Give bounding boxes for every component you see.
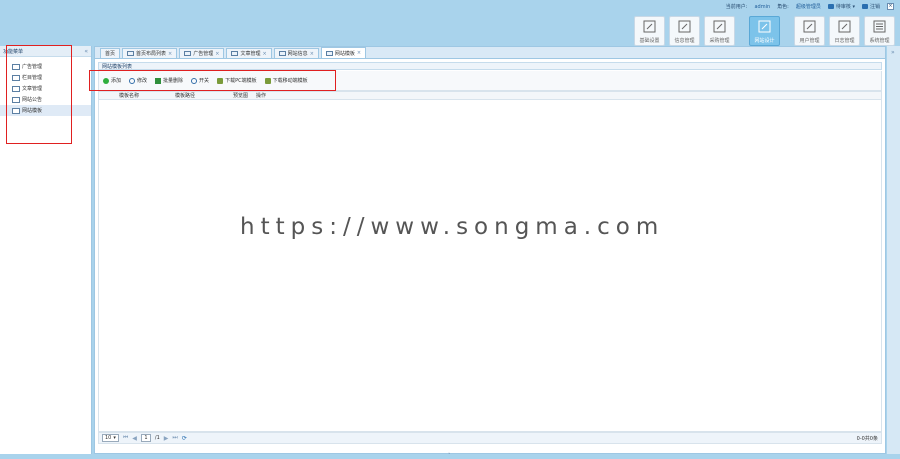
module-label: 系统管理 — [869, 38, 890, 44]
tab-icon — [231, 51, 239, 56]
module-button-2[interactable]: 信息管理 — [669, 16, 700, 46]
main-panel: 首页 首页布局列表 × 广告管理 × 文章管理 × 网站信息 × 网站模板 × 网站模板列表 添加修… — [94, 46, 886, 454]
edit-icon — [643, 20, 656, 35]
module-button-6[interactable]: 日志管理 — [829, 16, 860, 46]
top-header: 当前用户: admin 角色: 超级管理员 待审核 ▾ 注销 × 基础设置 信息管… — [0, 0, 900, 46]
prev-page-icon[interactable]: ◀ — [132, 435, 137, 442]
module-button-5[interactable]: 用户管理 — [794, 16, 825, 46]
grid-body — [98, 100, 882, 432]
tab-2[interactable]: 首页布局列表 × — [122, 48, 178, 58]
column-header-preview[interactable]: 预览图 — [233, 92, 248, 99]
role-name: 超级管理员 — [795, 4, 821, 10]
logout-link[interactable]: 注销 — [861, 3, 880, 10]
total-pages: /1 — [154, 435, 160, 441]
tab-icon — [127, 51, 135, 56]
tab-close-icon[interactable]: × — [262, 51, 266, 57]
tab-close-icon[interactable]: × — [310, 51, 314, 57]
tab-3[interactable]: 广告管理 × — [179, 48, 225, 58]
first-page-icon[interactable]: ⏮ — [123, 434, 128, 442]
user-info-bar: 当前用户: admin 角色: 超级管理员 待审核 ▾ 注销 × — [726, 2, 894, 11]
close-button[interactable]: × — [887, 3, 894, 10]
tab-label: 首页布局列表 — [136, 51, 167, 57]
bottom-collapse-strip[interactable]: ˅ — [0, 453, 900, 459]
refresh-icon[interactable]: ⟳ — [182, 435, 187, 442]
grid-header: 模板名称 模板路径 预览图 操作 — [98, 91, 882, 100]
pagination-bar: 10 ▾ ⏮ ◀ 1 /1 ▶ ⏭ ⟳ 0-0共0条 — [98, 432, 882, 444]
page-size-select[interactable]: 10 ▾ — [102, 434, 119, 442]
annotation-box-sidebar — [6, 45, 72, 144]
annotation-box-toolbar — [89, 70, 336, 91]
role-label: 角色: — [777, 4, 789, 10]
page-number-input[interactable]: 1 — [140, 434, 151, 442]
collapse-icon[interactable]: « — [84, 48, 88, 55]
watermark: https://www.songma.com — [240, 214, 665, 240]
user-name: admin — [754, 3, 771, 10]
exit-icon — [861, 4, 868, 9]
module-label: 日志管理 — [834, 38, 855, 44]
module-button-3[interactable]: 采购管理 — [704, 16, 735, 46]
panel-title: 网站模板列表 — [98, 62, 882, 70]
tab-5[interactable]: 网站信息 × — [273, 48, 319, 58]
module-label: 信息管理 — [674, 38, 695, 44]
tab-icon — [325, 50, 333, 56]
module-label: 用户管理 — [799, 38, 820, 44]
module-button-4[interactable]: 网站设计 — [749, 16, 780, 46]
module-label: 采购管理 — [709, 38, 730, 44]
tab-icon — [184, 51, 192, 56]
edit-icon — [713, 20, 726, 35]
tab-label: 首页 — [105, 51, 116, 57]
tab-icon — [278, 51, 286, 56]
user-label: 当前用户: — [725, 4, 748, 10]
edit-icon — [803, 20, 816, 35]
column-header-path[interactable]: 模板路径 — [175, 92, 195, 99]
expand-icon[interactable]: » — [891, 49, 895, 56]
module-label: 基础设置 — [639, 38, 660, 44]
module-button-7[interactable]: 系统管理 — [864, 16, 895, 46]
tab-close-icon[interactable]: × — [215, 51, 219, 57]
module-bar: 基础设置 信息管理 采购管理 网站设计 用户管理 日志管理 系统管理 — [634, 16, 895, 46]
column-header-name[interactable]: 模板名称 — [119, 92, 139, 99]
last-page-icon[interactable]: ⏭ — [172, 434, 177, 442]
tab-label: 文章管理 — [240, 51, 261, 57]
module-button-1[interactable]: 基础设置 — [634, 16, 665, 46]
tab-close-icon[interactable]: × — [168, 51, 172, 57]
tab-label: 广告管理 — [193, 51, 214, 57]
pager-info: 0-0共0条 — [856, 435, 878, 442]
tab-label: 网站信息 — [287, 51, 308, 57]
notice-link[interactable]: 待审核 ▾ — [827, 3, 855, 10]
next-page-icon[interactable]: ▶ — [164, 435, 169, 442]
mail-icon — [827, 4, 834, 9]
right-collapse-strip[interactable]: » — [887, 46, 900, 454]
tab-bar: 首页 首页布局列表 × 广告管理 × 文章管理 × 网站信息 × 网站模板 × — [95, 47, 885, 59]
edit-icon — [758, 20, 771, 35]
tab-label: 网站模板 — [334, 50, 355, 57]
expand-down-icon[interactable]: ˅ — [448, 453, 451, 459]
tab-4[interactable]: 文章管理 × — [226, 48, 272, 58]
tab-6[interactable]: 网站模板 × — [320, 47, 367, 58]
tab-close-icon[interactable]: × — [357, 50, 361, 56]
edit-icon — [678, 20, 691, 35]
list-icon — [873, 20, 886, 35]
edit-icon — [838, 20, 851, 35]
column-header-actions[interactable]: 操作 — [256, 92, 266, 99]
tab-1[interactable]: 首页 — [100, 48, 121, 58]
module-label: 网站设计 — [754, 38, 775, 44]
